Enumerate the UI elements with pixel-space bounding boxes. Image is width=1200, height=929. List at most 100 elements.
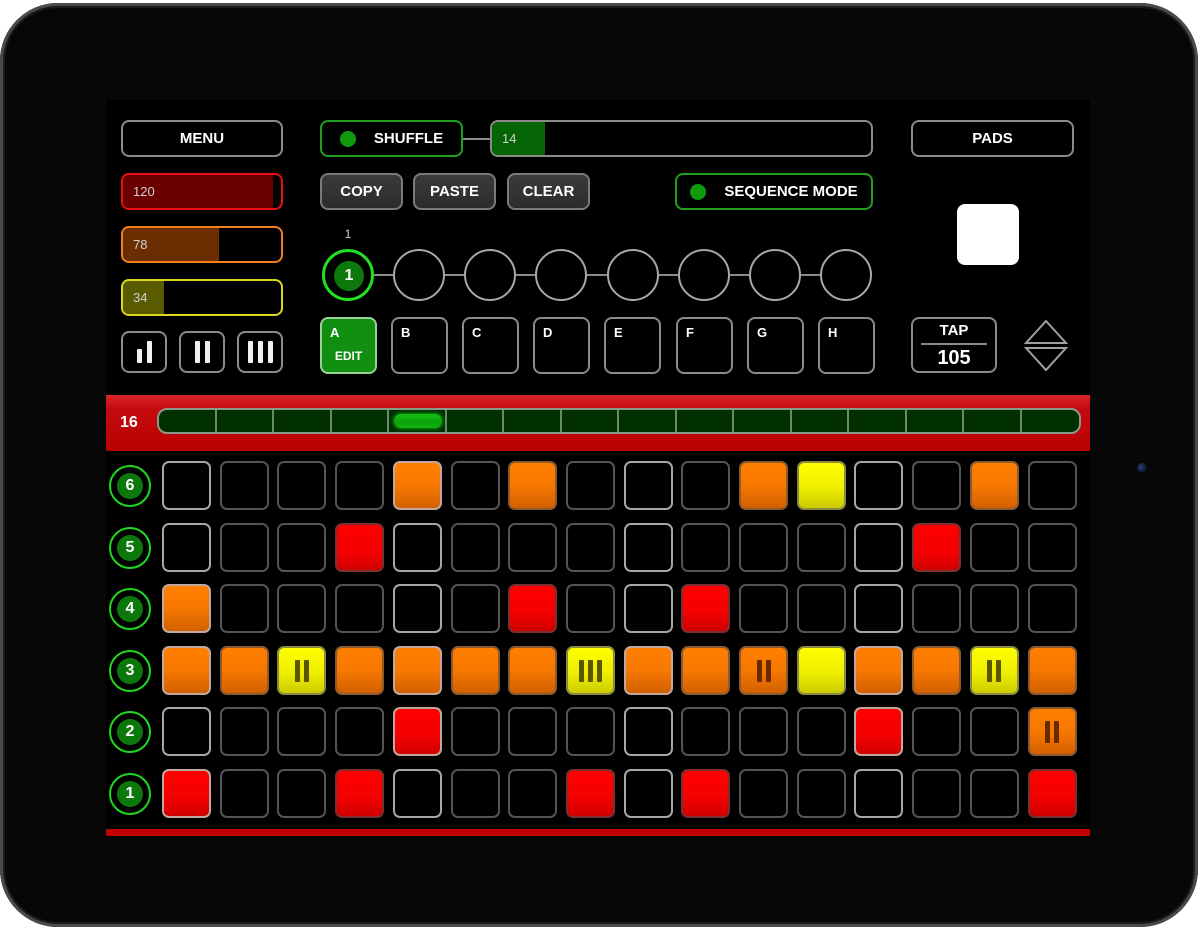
track-3-button[interactable]: 3 [109,650,151,692]
step-cell[interactable] [335,707,385,756]
step-cell[interactable] [450,769,500,818]
voice-triple-button[interactable] [237,331,283,373]
step-cell[interactable] [854,584,904,633]
step-cell[interactable] [739,769,788,818]
step-cell-active[interactable] [392,707,442,756]
track-1-button[interactable]: 1 [109,773,151,815]
step-cell[interactable] [565,707,615,756]
step-cell-active[interactable] [392,461,442,510]
step-cell[interactable] [623,461,673,510]
step-position-strip[interactable] [157,408,1081,434]
step-cell[interactable] [739,707,788,756]
step-cell[interactable] [969,769,1019,818]
step-cell[interactable] [969,707,1019,756]
step-cell-active[interactable] [392,646,442,695]
step-cell[interactable] [219,707,269,756]
pattern-a-button[interactable]: A EDIT [320,317,377,374]
step-cell[interactable] [450,461,500,510]
chain-slot-3[interactable] [464,249,516,301]
pattern-h-button[interactable]: H [818,317,875,374]
step-cell-active[interactable] [681,646,731,695]
step-cell[interactable] [219,769,269,818]
orange-level-slider[interactable]: 78 [121,226,283,263]
step-cell[interactable] [162,523,211,572]
step-cell[interactable] [739,523,788,572]
step-cell-active[interactable] [1027,707,1077,756]
pattern-g-button[interactable]: G [747,317,804,374]
step-cell[interactable] [854,523,904,572]
tempo-down-arrow-icon[interactable] [1023,347,1069,372]
step-segment[interactable] [1022,410,1080,432]
step-cell[interactable] [277,769,327,818]
voice-double-button[interactable] [179,331,225,373]
step-cell-active[interactable] [739,646,788,695]
step-segment[interactable] [849,410,907,432]
step-cell-active[interactable] [335,769,385,818]
step-count-label[interactable]: 16 [120,395,138,451]
step-cell[interactable] [796,523,846,572]
step-cell-active[interactable] [854,646,904,695]
track-6-button[interactable]: 6 [109,465,151,507]
step-cell[interactable] [277,584,327,633]
step-cell-active[interactable] [969,461,1019,510]
step-cell[interactable] [969,584,1019,633]
chain-slot-2[interactable] [393,249,445,301]
step-cell-active[interactable] [681,584,731,633]
step-cell[interactable] [623,523,673,572]
step-cell-active[interactable] [969,646,1019,695]
step-cell-active[interactable] [565,646,615,695]
step-cell-active[interactable] [739,461,788,510]
step-cell[interactable] [681,707,731,756]
voice-single-button[interactable] [121,331,167,373]
step-cell-active[interactable] [796,646,846,695]
chain-slot-8[interactable] [820,249,872,301]
step-segment[interactable] [274,410,332,432]
track-2-button[interactable]: 2 [109,711,151,753]
pattern-c-button[interactable]: C [462,317,519,374]
yellow-level-slider[interactable]: 34 [121,279,283,316]
pattern-b-button[interactable]: B [391,317,448,374]
step-cell[interactable] [623,769,673,818]
step-cell[interactable] [335,461,385,510]
step-cell-active[interactable] [162,769,211,818]
pattern-e-button[interactable]: E [604,317,661,374]
step-cell[interactable] [277,523,327,572]
pattern-f-button[interactable]: F [676,317,733,374]
step-cell[interactable] [508,523,558,572]
step-cell[interactable] [450,584,500,633]
step-cell-active[interactable] [508,646,558,695]
step-cell-active[interactable] [912,646,962,695]
step-cell[interactable] [681,523,731,572]
tap-tempo-button[interactable]: TAP 105 [911,317,997,373]
step-cell[interactable] [912,707,962,756]
red-level-slider[interactable]: 120 [121,173,283,210]
step-cell[interactable] [912,769,962,818]
step-cell-active[interactable] [219,646,269,695]
step-cell[interactable] [565,461,615,510]
step-cell-active[interactable] [508,584,558,633]
shuffle-amount-slider[interactable]: 14 [490,120,873,157]
step-cell[interactable] [912,584,962,633]
clear-button[interactable]: CLEAR [507,173,590,210]
pads-button[interactable]: PADS [911,120,1074,157]
shuffle-toggle[interactable]: SHUFFLE [320,120,463,157]
tempo-stepper[interactable] [1022,318,1070,374]
chain-slot-4[interactable] [535,249,587,301]
step-segment[interactable] [964,410,1022,432]
step-segment[interactable] [907,410,964,432]
step-cell-active[interactable] [681,769,731,818]
step-cell-active[interactable] [1027,769,1077,818]
step-cell-active[interactable] [335,646,385,695]
step-cell[interactable] [162,461,211,510]
chain-slot-5[interactable] [607,249,659,301]
step-cell-active[interactable] [854,707,904,756]
step-cell[interactable] [508,769,558,818]
step-cell[interactable] [162,707,211,756]
step-cell[interactable] [623,584,673,633]
step-cell[interactable] [392,523,442,572]
step-segment[interactable] [159,410,217,432]
step-cell-active[interactable] [335,523,385,572]
step-segment[interactable] [734,410,792,432]
step-cell[interactable] [912,461,962,510]
step-segment[interactable] [677,410,734,432]
